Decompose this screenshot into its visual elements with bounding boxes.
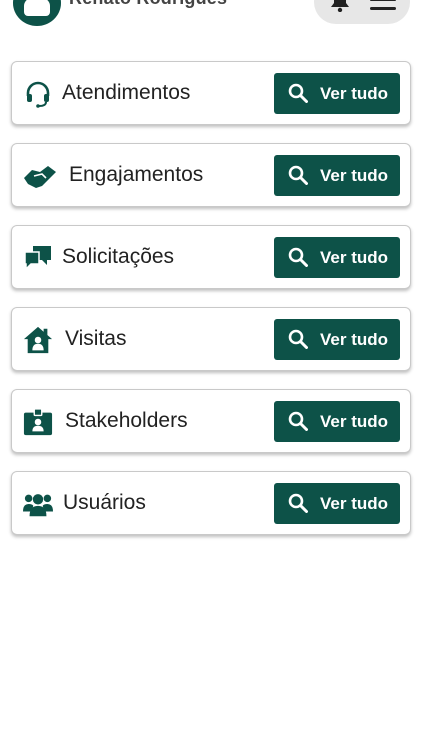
card-label: Atendimentos bbox=[62, 81, 191, 104]
avatar[interactable] bbox=[13, 0, 61, 26]
card-usuarios[interactable]: Usuários Ver tudo bbox=[11, 471, 411, 535]
card-engajamentos[interactable]: Engajamentos Ver tudo bbox=[11, 143, 411, 207]
user-name: Renato Rodrigues bbox=[69, 0, 227, 9]
header-actions bbox=[314, 0, 410, 24]
button-label: Ver tudo bbox=[320, 248, 389, 267]
house-person-icon bbox=[23, 326, 53, 354]
menu-icon[interactable] bbox=[370, 0, 396, 10]
card-label: Visitas bbox=[65, 327, 127, 350]
button-label: Ver tudo bbox=[320, 494, 389, 513]
id-badge-icon bbox=[23, 408, 53, 436]
card-atendimentos[interactable]: Atendimentos Ver tudo bbox=[11, 61, 411, 125]
button-label: Ver tudo bbox=[320, 84, 389, 103]
search-icon bbox=[288, 411, 308, 431]
card-label: Stakeholders bbox=[65, 409, 188, 432]
card-solicitacoes[interactable]: Solicitações Ver tudo bbox=[11, 225, 411, 289]
view-all-button[interactable]: Ver tudo bbox=[274, 73, 400, 114]
card-visitas[interactable]: Visitas Ver tudo bbox=[11, 307, 411, 371]
search-icon bbox=[288, 493, 308, 513]
card-stakeholders[interactable]: Stakeholders Ver tudo bbox=[11, 389, 411, 453]
section-list: Atendimentos Ver tudo Engajamentos Ver t… bbox=[11, 61, 411, 553]
search-icon bbox=[288, 165, 308, 185]
card-label: Engajamentos bbox=[69, 163, 204, 186]
card-label: Solicitações bbox=[62, 245, 175, 268]
view-all-button[interactable]: Ver tudo bbox=[274, 401, 400, 442]
view-all-button[interactable]: Ver tudo bbox=[274, 155, 400, 196]
handshake-icon bbox=[22, 162, 58, 190]
view-all-button[interactable]: Ver tudo bbox=[274, 319, 400, 360]
view-all-button[interactable]: Ver tudo bbox=[274, 483, 400, 524]
users-icon bbox=[23, 490, 53, 518]
button-label: Ver tudo bbox=[320, 166, 389, 185]
bell-icon[interactable] bbox=[330, 0, 350, 12]
app-header: Renato Rodrigues bbox=[0, 0, 422, 28]
button-label: Ver tudo bbox=[320, 330, 389, 349]
search-icon bbox=[288, 329, 308, 349]
search-icon bbox=[288, 247, 308, 267]
button-label: Ver tudo bbox=[320, 412, 389, 431]
chat-bubbles-icon bbox=[23, 244, 53, 272]
user-icon bbox=[24, 0, 50, 16]
card-label: Usuários bbox=[63, 491, 146, 514]
headset-icon bbox=[23, 80, 53, 108]
view-all-button[interactable]: Ver tudo bbox=[274, 237, 400, 278]
search-icon bbox=[288, 83, 308, 103]
